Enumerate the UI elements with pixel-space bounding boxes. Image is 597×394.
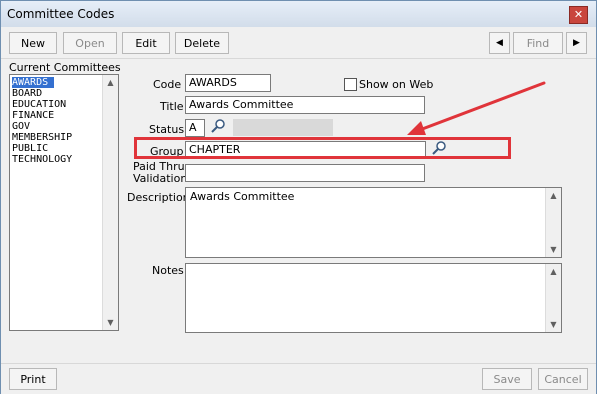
committee-codes-window: Committee Codes ✕ New Open Edit Delete ◀… — [0, 0, 597, 394]
footer-bar: Print Save Cancel — [1, 363, 596, 394]
list-scrollbar[interactable]: ▲ ▼ — [102, 75, 118, 330]
scroll-down-icon[interactable]: ▼ — [546, 242, 561, 257]
next-button[interactable]: ▶ — [566, 32, 587, 54]
current-committees-label: Current Committees — [9, 61, 121, 74]
title-field[interactable]: Awards Committee — [185, 96, 425, 114]
title-bar: Committee Codes ✕ — [1, 1, 596, 27]
status-field[interactable]: A — [185, 119, 205, 137]
list-item[interactable]: PUBLIC — [12, 143, 48, 154]
list-item[interactable]: BOARD — [12, 88, 42, 99]
description-textarea[interactable]: Awards Committee ▲ ▼ — [185, 187, 562, 258]
scroll-up-icon[interactable]: ▲ — [546, 264, 561, 279]
description-text: Awards Committee — [190, 190, 295, 203]
open-button[interactable]: Open — [63, 32, 117, 54]
committees-listbox[interactable]: AWARDS BOARD EDUCATION FINANCE GOV MEMBE… — [9, 74, 119, 331]
description-scrollbar[interactable]: ▲ ▼ — [545, 188, 561, 257]
scroll-down-icon[interactable]: ▼ — [546, 317, 561, 332]
status-label: Status — [149, 123, 185, 136]
notes-textarea[interactable]: ▲ ▼ — [185, 263, 562, 333]
window-title: Committee Codes — [7, 7, 115, 21]
annotation-arrow — [407, 81, 546, 135]
toolbar: New Open Edit Delete ◀ Find ▶ — [1, 28, 596, 59]
highlight-box — [134, 137, 511, 159]
close-button[interactable]: ✕ — [569, 6, 588, 24]
title-label: Title — [160, 100, 184, 113]
find-button[interactable]: Find — [513, 32, 563, 54]
list-item[interactable]: TECHNOLOGY — [12, 154, 72, 165]
notes-label: Notes — [152, 264, 184, 277]
paid-thru-validation-field[interactable] — [185, 164, 425, 182]
list-item[interactable]: MEMBERSHIP — [12, 132, 72, 143]
list-item[interactable]: EDUCATION — [12, 99, 66, 110]
print-button[interactable]: Print — [9, 368, 57, 390]
list-item[interactable]: AWARDS — [12, 77, 55, 88]
list-item[interactable]: FINANCE — [12, 110, 54, 121]
code-label: Code — [153, 78, 182, 91]
previous-button[interactable]: ◀ — [489, 32, 510, 54]
status-lookup-magnifier-icon[interactable] — [210, 118, 226, 134]
description-label: Description — [127, 191, 190, 204]
scroll-up-icon[interactable]: ▲ — [103, 75, 118, 90]
scroll-down-icon[interactable]: ▼ — [103, 315, 118, 330]
notes-scrollbar[interactable]: ▲ ▼ — [545, 264, 561, 332]
delete-button[interactable]: Delete — [175, 32, 229, 54]
new-button[interactable]: New — [9, 32, 57, 54]
save-button[interactable]: Save — [482, 368, 532, 390]
cancel-button[interactable]: Cancel — [538, 368, 588, 390]
list-item[interactable]: GOV — [12, 121, 30, 132]
validation-label: Validation — [133, 172, 188, 185]
status-description-box — [233, 119, 333, 136]
code-field[interactable]: AWARDS — [185, 74, 271, 92]
edit-button[interactable]: Edit — [122, 32, 170, 54]
show-on-web-checkbox[interactable] — [344, 78, 357, 91]
scroll-up-icon[interactable]: ▲ — [546, 188, 561, 203]
